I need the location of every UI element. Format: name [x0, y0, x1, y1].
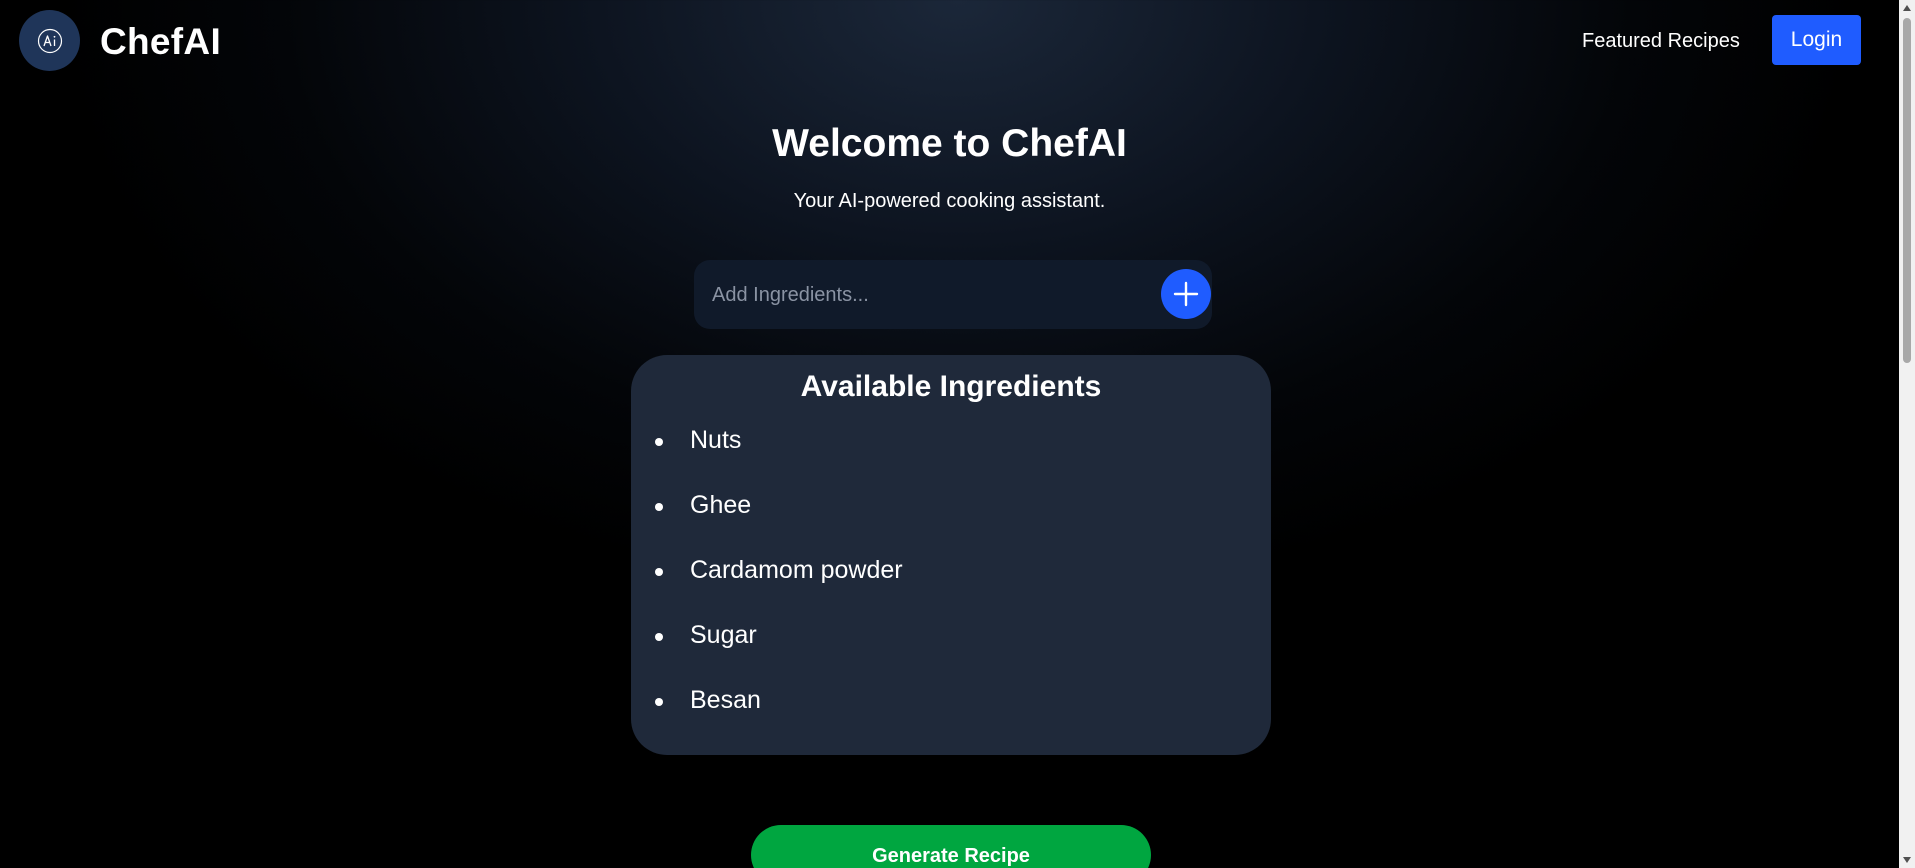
list-item: Cardamom powder	[631, 553, 1271, 618]
ai-logo-icon	[37, 28, 62, 53]
list-item: Nuts	[631, 423, 1271, 488]
featured-recipes-link[interactable]: Featured Recipes	[1582, 26, 1740, 56]
brand-name[interactable]: ChefAI	[100, 18, 221, 66]
bullet-icon	[655, 503, 663, 511]
list-item: Besan	[631, 683, 1271, 748]
add-ingredient-button[interactable]	[1161, 269, 1211, 319]
page: ChefAI Featured Recipes Login Welcome to…	[0, 0, 1899, 868]
bullet-icon	[655, 698, 663, 706]
vertical-scrollbar[interactable]	[1899, 0, 1915, 868]
ingredient-input[interactable]	[710, 274, 1134, 316]
scroll-down-arrow-icon[interactable]	[1899, 852, 1915, 868]
bullet-icon	[655, 568, 663, 576]
ingredient-label: Cardamom powder	[690, 556, 903, 584]
bullet-icon	[655, 633, 663, 641]
card-title: Available Ingredients	[800, 370, 1102, 403]
list-item: Sugar	[631, 618, 1271, 683]
logo-badge[interactable]	[19, 10, 80, 71]
page-title: Welcome to ChefAI	[772, 122, 1127, 165]
available-ingredients-card: Available Ingredients Nuts Ghee Cardamom…	[631, 355, 1271, 755]
ingredient-label: Ghee	[690, 491, 752, 519]
ingredient-label: Nuts	[690, 426, 742, 454]
scrollbar-thumb[interactable]	[1903, 18, 1911, 363]
generate-recipe-button[interactable]: Generate Recipe	[751, 825, 1151, 868]
plus-icon	[1173, 281, 1199, 307]
page-subtitle: Your AI-powered cooking assistant.	[793, 190, 1106, 212]
scroll-up-arrow-icon[interactable]	[1899, 0, 1915, 16]
ingredient-label: Sugar	[690, 621, 757, 649]
login-button[interactable]: Login	[1772, 15, 1861, 65]
top-nav: ChefAI Featured Recipes Login	[0, 0, 1899, 80]
ingredient-input-bar	[694, 260, 1212, 329]
ingredient-list: Nuts Ghee Cardamom powder Sugar Besan	[631, 423, 1271, 748]
bullet-icon	[655, 438, 663, 446]
ingredient-label: Besan	[690, 686, 761, 714]
list-item: Ghee	[631, 488, 1271, 553]
